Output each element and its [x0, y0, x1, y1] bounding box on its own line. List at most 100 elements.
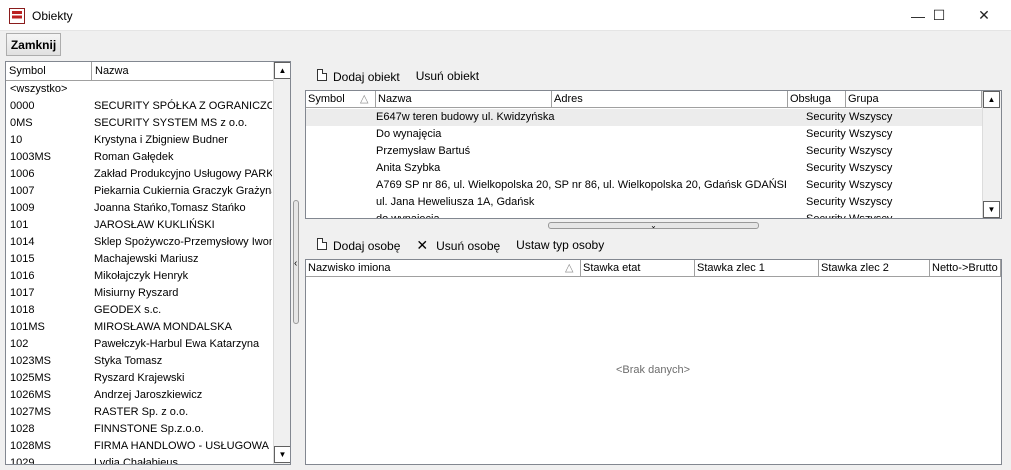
table-row[interactable]: 1028MS FIRMA HANDLOWO - USŁUGOWA: [6, 438, 272, 455]
cell-group: Wszyscy: [849, 128, 893, 140]
scroll-up-arrow-icon[interactable]: ▲: [274, 62, 290, 79]
cell-symbol: 0MS: [10, 117, 33, 129]
table-row[interactable]: 1007 Piekarnia Cukiernia Graczyk Grażyna: [6, 183, 272, 200]
cell-name: Sklep Spożywczo-Przemysłowy Iwona: [94, 236, 272, 248]
window-title: Obiekty: [32, 9, 73, 23]
table-row[interactable]: 1023MS Styka Tomasz: [6, 353, 272, 370]
table-row[interactable]: 1016 Mikołajczyk Henryk: [6, 268, 272, 285]
cell-symbol: 1029: [10, 457, 35, 465]
cell-name: SECURITY SYSTEM MS z o.o.: [94, 117, 248, 129]
table-row[interactable]: Anita Szybka Security Wszyscy: [306, 160, 982, 177]
column-header-name[interactable]: Nazwa: [376, 91, 552, 108]
scroll-down-arrow-icon[interactable]: ▼: [274, 446, 290, 463]
scroll-up-arrow-icon[interactable]: ▲: [983, 91, 1000, 108]
app-icon: [9, 8, 25, 24]
cell-symbol: 101: [10, 219, 29, 231]
cell-group: Wszyscy: [849, 213, 893, 219]
cell-symbol: 1027MS: [10, 406, 51, 418]
collapse-left-arrow-icon[interactable]: ‹: [294, 258, 297, 269]
cell-group: Wszyscy: [849, 179, 893, 191]
cell-name: Joanna Stańko,Tomasz Stańko: [94, 202, 246, 214]
remove-object-button[interactable]: Usuń obiekt: [416, 69, 479, 83]
horizontal-splitter-handle[interactable]: ⌄: [548, 222, 759, 230]
table-row[interactable]: A769 SP nr 86, ul. Wielkopolska 20, SP n…: [306, 177, 982, 194]
objects-grid: Symbol △ Nazwa Adres Obsługa Grupa E647w…: [305, 90, 1002, 219]
table-row[interactable]: E647w teren budowy ul. Kwidzyńska Securit…: [306, 109, 982, 126]
objects-vertical-scrollbar[interactable]: ▲ ▼: [982, 91, 1001, 218]
table-row[interactable]: 1017 Misiurny Ryszard: [6, 285, 272, 302]
table-row[interactable]: 0000 SECURITY SPÓŁKA Z OGRANICZO: [6, 98, 272, 115]
cell-name: Machajewski Mariusz: [94, 253, 199, 265]
column-header-service[interactable]: Obsługa: [788, 91, 846, 108]
table-row[interactable]: 1028 FINNSTONE Sp.z.o.o.: [6, 421, 272, 438]
cell-group: Wszyscy: [849, 162, 893, 174]
table-row[interactable]: do wynajęcia Security Wszyscy: [306, 211, 982, 219]
table-row[interactable]: 101 JAROSŁAW KUKLIŃSKI: [6, 217, 272, 234]
cell-name: RASTER Sp. z o.o.: [94, 406, 189, 418]
cell-name: E647w teren budowy ul. Kwidzyńska: [376, 111, 555, 123]
scroll-down-arrow-icon[interactable]: ▼: [983, 201, 1000, 218]
table-row[interactable]: 0MS SECURITY SYSTEM MS z o.o.: [6, 115, 272, 132]
cell-symbol: 1009: [10, 202, 35, 214]
table-row[interactable]: <wszystko>: [6, 81, 272, 98]
table-row[interactable]: 102 Pawełczyk-Harbul Ewa Katarzyna: [6, 336, 272, 353]
cell-symbol: 0000: [10, 100, 35, 112]
objects-toolbar: Dodaj obiekt Usuń obiekt: [317, 65, 997, 87]
table-row[interactable]: 1003MS Roman Gałędek: [6, 149, 272, 166]
add-person-button[interactable]: Dodaj osobę: [317, 237, 408, 253]
table-row[interactable]: 1026MS Andrzej Jaroszkiewicz: [6, 387, 272, 404]
title-bar: Obiekty — ☐ ✕: [0, 0, 1011, 31]
left-vertical-scrollbar[interactable]: ▲ ▼: [273, 62, 290, 464]
cell-name: MIROSŁAWA MONDALSKA: [94, 321, 232, 333]
cell-name: Mikołajczyk Henryk: [94, 270, 189, 282]
cell-name: GEODEX s.c.: [94, 304, 162, 316]
table-row[interactable]: Do wynajęcia Security Wszyscy: [306, 126, 982, 143]
column-header-name[interactable]: Nazwa: [92, 62, 274, 81]
cell-name: Piekarnia Cukiernia Graczyk Grażyna: [94, 185, 272, 197]
add-object-button[interactable]: Dodaj obiekt: [317, 68, 408, 84]
table-row[interactable]: Przemysław Bartuś Security Wszyscy: [306, 143, 982, 160]
objects-list-grid: Symbol Nazwa <wszystko> 0000 SECURITY SPÓŁ…: [5, 61, 291, 465]
remove-icon: ✕: [416, 236, 429, 253]
table-row[interactable]: 1015 Machajewski Mariusz: [6, 251, 272, 268]
close-window-button[interactable]: ✕: [961, 0, 1007, 31]
column-header-rate-contract-2[interactable]: Stawka zlec 2: [819, 260, 930, 277]
table-row[interactable]: 10 Krystyna i Zbigniew Budner: [6, 132, 272, 149]
cell-symbol: 1007: [10, 185, 35, 197]
cell-name: Roman Gałędek: [94, 151, 174, 163]
cell-symbol: 1028: [10, 423, 35, 435]
persons-toolbar: Dodaj osobę ✕ Usuń osobę Ustaw typ osoby: [317, 234, 997, 256]
table-row[interactable]: 1018 GEODEX s.c.: [6, 302, 272, 319]
cell-name: Ryszard Krajewski: [94, 372, 185, 384]
table-row[interactable]: 101MS MIROSŁAWA MONDALSKA: [6, 319, 272, 336]
sort-ascending-icon: △: [565, 262, 574, 274]
cell-name: JAROSŁAW KUKLIŃSKI: [94, 219, 215, 231]
maximize-button[interactable]: ☐: [916, 0, 962, 31]
cell-group: Wszyscy: [849, 196, 893, 208]
empty-state-text: <Brak danych>: [616, 364, 690, 376]
remove-person-button[interactable]: ✕ Usuń osobę: [416, 237, 508, 254]
table-row[interactable]: 1025MS Ryszard Krajewski: [6, 370, 272, 387]
set-person-type-button[interactable]: Ustaw typ osoby: [516, 238, 604, 252]
table-row[interactable]: 1029 Lydia Chałabieus: [6, 455, 272, 465]
cell-name: FINNSTONE Sp.z.o.o.: [94, 423, 204, 435]
cell-name: SECURITY SPÓŁKA Z OGRANICZO: [94, 100, 272, 112]
table-row[interactable]: ul. Jana Heweliusza 1A, Gdańsk Security Ws…: [306, 194, 982, 211]
table-row[interactable]: 1027MS RASTER Sp. z o.o.: [6, 404, 272, 421]
table-row[interactable]: 1014 Sklep Spożywczo-Przemysłowy Iwona: [6, 234, 272, 251]
column-header-address[interactable]: Adres: [552, 91, 788, 108]
close-button[interactable]: Zamknij: [6, 33, 61, 56]
column-header-group[interactable]: Grupa: [846, 91, 982, 108]
table-row[interactable]: 1009 Joanna Stańko,Tomasz Stańko: [6, 200, 272, 217]
cell-symbol: <wszystko>: [10, 83, 68, 95]
column-header-rate-full-time[interactable]: Stawka etat: [581, 260, 695, 277]
column-header-symbol[interactable]: Symbol: [6, 62, 92, 81]
cell-symbol: 1023MS: [10, 355, 51, 367]
column-header-rate-contract-1[interactable]: Stawka zlec 1: [695, 260, 819, 277]
table-row[interactable]: 1006 Zakład Produkcyjno Usługowy PARK: [6, 166, 272, 183]
column-header-surname-names[interactable]: Nazwisko imiona △: [306, 260, 581, 277]
column-header-net-gross[interactable]: Netto->Brutto: [930, 260, 1001, 277]
cell-symbol: 1006: [10, 168, 35, 180]
column-header-symbol[interactable]: Symbol △: [306, 91, 376, 108]
cell-name: FIRMA HANDLOWO - USŁUGOWA: [94, 440, 269, 452]
